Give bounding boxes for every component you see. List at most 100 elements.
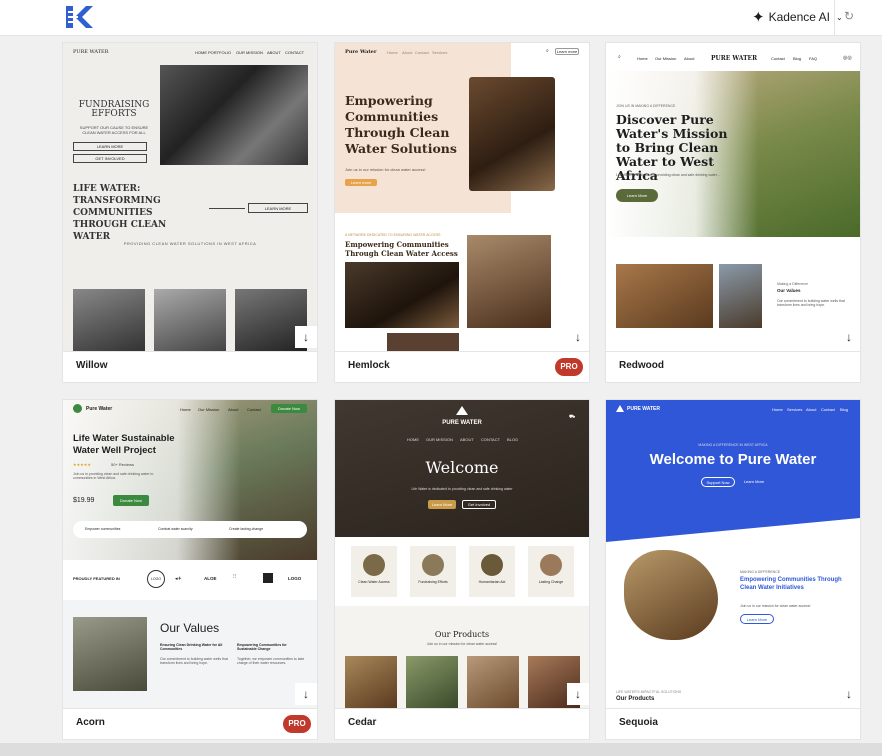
- redwood-brand: PURE WATER: [711, 55, 758, 62]
- top-bar: ✦ Kadence AI ⌄ ↻: [0, 0, 882, 36]
- cedar-feature-1: Clean Water Access: [351, 546, 397, 597]
- cart-icon[interactable]: ⛟: [569, 414, 575, 421]
- cedar-brand: PURE WATER: [442, 420, 482, 426]
- preview-sequoia: PURE WATER Home Services About Contact B…: [606, 400, 860, 708]
- search-icon[interactable]: ⌕: [546, 48, 549, 54]
- card-name: Redwood: [619, 360, 664, 371]
- cedar-feature-4-photo: [540, 554, 562, 576]
- hemlock-headline: Empowering Communities Through Clean Wat…: [345, 93, 457, 156]
- design-card-willow[interactable]: PURE WATER HOME PORTFOLIO OUR MISSION AB…: [62, 42, 318, 383]
- sequoia-hero-bg: [606, 400, 860, 542]
- hemlock-nav-services: Services: [432, 50, 448, 55]
- cedar-products-title: Our Products: [434, 630, 490, 639]
- sequoia-learn-more[interactable]: Learn More: [739, 477, 769, 487]
- acorn-nav-mission: Our Mission: [198, 407, 220, 412]
- willow-tagline: PROVIDING CLEAN WATER SOLUTIONS IN WEST …: [123, 241, 257, 246]
- redwood-values-kicker: Making a Difference: [777, 282, 809, 286]
- acorn-donate-nav[interactable]: Donate Now: [271, 404, 307, 413]
- acorn-col1-text: Our commitment to building water wells t…: [160, 657, 228, 665]
- cedar-product-3: [467, 656, 519, 708]
- hemlock-sub: Join us in our mission for clean water a…: [345, 167, 426, 172]
- hemlock-photo-4: [387, 333, 459, 351]
- preview-redwood: ⌕ Home Our Mission About PURE WATER Cont…: [606, 43, 860, 351]
- kadence-logo[interactable]: [64, 4, 94, 30]
- design-card-acorn[interactable]: Pure Water Home Our Mission About Contac…: [62, 399, 318, 740]
- search-icon[interactable]: ⌕: [618, 54, 621, 60]
- willow-nav-home: HOME: [195, 50, 207, 55]
- arrow-down-icon[interactable]: ↓: [567, 683, 589, 705]
- preview-willow: PURE WATER HOME PORTFOLIO OUR MISSION AB…: [63, 43, 317, 351]
- willow-get-involved[interactable]: GET INVOLVED: [73, 154, 147, 163]
- design-card-redwood[interactable]: ⌕ Home Our Mission About PURE WATER Cont…: [605, 42, 861, 383]
- acorn-values-title: Our Values: [160, 621, 220, 635]
- acorn-col2-text: Together, we empower communities to take…: [237, 657, 305, 665]
- cedar-feature-1-photo: [363, 554, 385, 576]
- sequoia-nav-services: Services: [787, 407, 803, 412]
- cedar-feature-1-label: Clean Water Access: [358, 580, 390, 584]
- cedar-get-involved[interactable]: Get Involved: [462, 500, 496, 509]
- willow-learn-more[interactable]: LEARN MORE: [73, 142, 147, 151]
- willow-headline: FUNDRAISING EFFORTS: [78, 100, 150, 119]
- acorn-headline: Life Water Sustainable Water Well Projec…: [73, 433, 175, 456]
- hemlock-brand: Pure Water: [345, 49, 377, 55]
- redwood-learn-more[interactable]: Learn More: [616, 189, 658, 202]
- arrow-down-icon[interactable]: ↓: [567, 326, 589, 348]
- acorn-brand: Pure Water: [86, 406, 113, 412]
- sequoia-kicker2: MAKING A DIFFERENCE: [740, 570, 781, 574]
- redwood-nav-contact: Contact: [771, 56, 785, 61]
- hemlock-nav-about: About: [402, 50, 413, 55]
- cedar-nav-blog: BLOG: [507, 437, 519, 442]
- arrow-down-icon[interactable]: ↓: [295, 683, 317, 705]
- design-card-cedar[interactable]: PURE WATER HOME OUR MISSION ABOUT CONTAC…: [334, 399, 590, 740]
- redwood-sub: Life Water is dedicated to providing cle…: [616, 173, 720, 177]
- willow-learn-more-2[interactable]: LEARN MORE: [248, 203, 308, 213]
- acorn-feature-2: Combat water scarcity: [158, 527, 193, 531]
- redwood-nav-mission: Our Mission: [655, 56, 677, 61]
- arrow-down-icon[interactable]: ↓: [838, 326, 860, 348]
- cedar-nav-home: HOME: [407, 437, 419, 442]
- redwood-kicker: JOIN US IN MAKING A DIFFERENCE: [616, 104, 676, 108]
- card-footer: Cedar: [335, 708, 589, 739]
- pro-badge: PRO: [555, 358, 583, 376]
- sequoia-products: Our Products: [616, 696, 655, 702]
- sequoia-nav-blog: Blog: [840, 407, 849, 412]
- arrow-down-icon[interactable]: ↓: [838, 683, 860, 705]
- hemlock-photo-2: [345, 262, 459, 328]
- willow-brand: PURE WATER: [73, 49, 109, 55]
- hemlock-cta[interactable]: Learn more: [555, 48, 579, 55]
- sequoia-logo-icon: [616, 405, 624, 412]
- card-name: Acorn: [76, 717, 105, 728]
- cedar-logo-icon: [456, 406, 468, 415]
- cedar-product-1: [345, 656, 397, 708]
- acorn-reviews: 50+ Reviews: [111, 462, 135, 467]
- cedar-product-2: [406, 656, 458, 708]
- card-footer: Redwood: [606, 351, 860, 382]
- willow-hero-photo: [160, 65, 308, 165]
- toolbar-divider: [834, 0, 835, 36]
- sequoia-sub2: Join us in our mission for clean water a…: [740, 604, 811, 608]
- design-card-hemlock[interactable]: Pure Water Home About Contact Services ⌕…: [334, 42, 590, 383]
- sequoia-brand: PURE WATER: [627, 406, 660, 412]
- sequoia-learn-more-2[interactable]: Learn More: [740, 614, 774, 624]
- arrow-down-icon[interactable]: ↓: [295, 326, 317, 348]
- willow-photo-2: [154, 289, 226, 351]
- refresh-icon[interactable]: ↻: [841, 8, 857, 24]
- cedar-learn-more[interactable]: Learn More: [428, 500, 456, 509]
- redwood-nav-home: Home: [637, 56, 648, 61]
- acorn-nav-contact: Contact: [247, 407, 261, 412]
- preview-hemlock: Pure Water Home About Contact Services ⌕…: [335, 43, 589, 351]
- design-card-sequoia[interactable]: PURE WATER Home Services About Contact B…: [605, 399, 861, 740]
- kadence-ai-button[interactable]: ✦ Kadence AI ⌄: [748, 6, 847, 28]
- kadence-ai-label: Kadence AI: [768, 10, 830, 24]
- cedar-feature-3: Humanitarian Aid: [469, 546, 515, 597]
- hemlock-learn-more[interactable]: Learn more: [345, 179, 377, 186]
- sequoia-support-now[interactable]: Support Now: [701, 477, 735, 487]
- acorn-col1-title: Ensuring Clean Drinking Water for All Co…: [160, 643, 223, 651]
- willow-sub: SUPPORT OUR CAUSE TO ENSURE CLEAN WATER …: [79, 125, 149, 135]
- acorn-donate-button[interactable]: Donate Now: [113, 495, 149, 506]
- cedar-headline: Welcome: [425, 458, 499, 477]
- card-footer: Acorn PRO: [63, 708, 317, 739]
- redwood-photo-2: [719, 264, 762, 328]
- social-icons[interactable]: ◎◎: [843, 55, 852, 61]
- cedar-nav-about: ABOUT: [460, 437, 474, 442]
